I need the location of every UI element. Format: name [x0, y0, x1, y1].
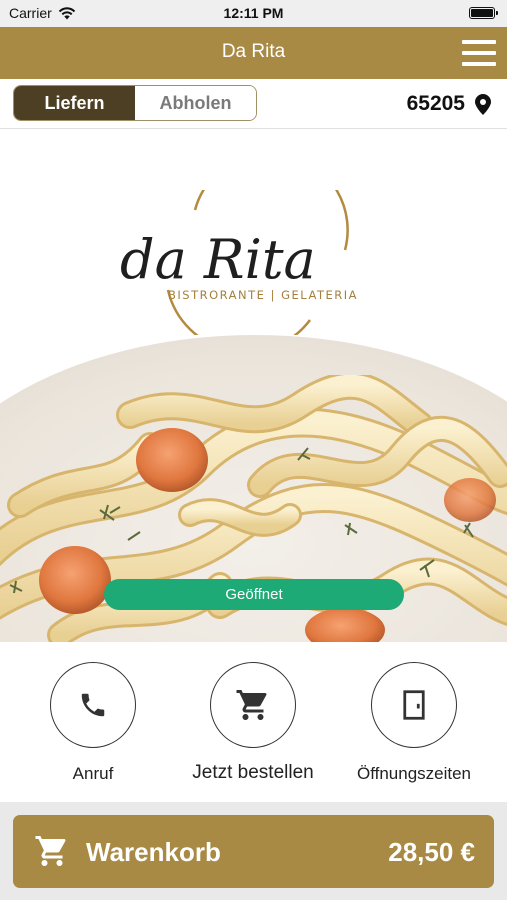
- open-status-badge: Geöffnet: [104, 579, 404, 610]
- status-time: 12:11 PM: [223, 5, 284, 21]
- postcode-value: 65205: [406, 92, 465, 115]
- page-title: Da Rita: [221, 41, 286, 62]
- logo-script-text: da Rita: [120, 228, 316, 291]
- call-button[interactable]: Anruf: [18, 662, 168, 784]
- map-pin-icon: [475, 93, 491, 115]
- order-now-label: Jetzt bestellen: [192, 762, 314, 783]
- hero-banner: da Rita BISTRORANTE | GELATERIA Geöffnet: [0, 130, 507, 642]
- order-mode-toolbar: Liefern Abholen 65205: [0, 79, 507, 129]
- order-mode-segmented-control: Liefern Abholen: [13, 85, 257, 121]
- tab-delivery[interactable]: Liefern: [14, 86, 135, 120]
- door-icon: [403, 690, 425, 720]
- opening-hours-button-circle[interactable]: [371, 662, 457, 748]
- status-bar: Carrier 12:11 PM: [0, 0, 507, 27]
- cart-icon: [35, 836, 66, 866]
- bottom-bar: Warenkorb 28,50 €: [0, 802, 507, 900]
- cart-label: Warenkorb: [86, 837, 221, 867]
- cart-icon: [236, 690, 267, 720]
- opening-hours-label: Öffnungszeiten: [356, 764, 472, 783]
- order-now-button[interactable]: Jetzt bestellen: [178, 662, 328, 784]
- cart-total: 28,50 €: [388, 837, 475, 867]
- restaurant-logo: da Rita BISTRORANTE | GELATERIA: [110, 151, 400, 354]
- logo-tagline: BISTRORANTE | GELATERIA: [168, 288, 358, 302]
- battery-level: [471, 9, 493, 17]
- cart-button[interactable]: Warenkorb 28,50 €: [13, 815, 494, 888]
- order-now-button-circle[interactable]: [210, 662, 296, 748]
- call-label: Anruf: [72, 764, 114, 783]
- nav-bar: Da Rita: [0, 27, 507, 79]
- call-button-circle[interactable]: [50, 662, 136, 748]
- opening-hours-button[interactable]: Öffnungszeiten: [339, 662, 489, 784]
- postcode-selector[interactable]: 65205: [407, 92, 491, 116]
- tab-pickup[interactable]: Abholen: [135, 86, 256, 120]
- phone-icon: [81, 693, 105, 717]
- hamburger-icon[interactable]: [462, 40, 496, 66]
- quick-actions: Anruf Jetzt bestellen Öffnungszeiten: [0, 642, 507, 802]
- battery-icon: [469, 7, 498, 19]
